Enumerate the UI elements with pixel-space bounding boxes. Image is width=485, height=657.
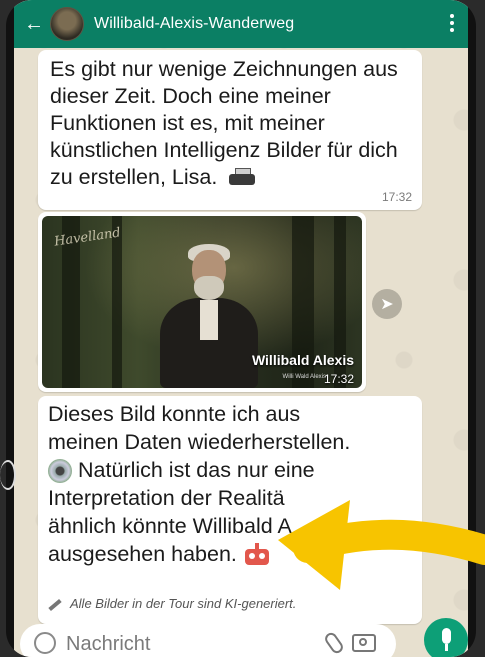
disc-icon xyxy=(48,459,72,484)
image-time: 17:32 xyxy=(323,372,354,386)
message-line: ausgesehen haben. xyxy=(48,542,237,566)
message-input[interactable]: Nachricht xyxy=(66,633,150,656)
forward-icon[interactable]: ➤ xyxy=(372,289,402,319)
footnote-text: Alle Bilder in der Tour sind KI-generier… xyxy=(70,596,297,611)
footnote: Alle Bilder in der Tour sind KI-generier… xyxy=(48,596,296,611)
message-time: 17:32 xyxy=(381,190,412,204)
edge-decoration xyxy=(0,460,16,490)
portrait-image[interactable]: Havelland Willibald Alexis Willi Wald Al… xyxy=(42,216,362,388)
emoji-icon[interactable] xyxy=(34,632,56,654)
printer-icon xyxy=(229,168,256,188)
wrench-icon xyxy=(48,598,62,611)
chat-title[interactable]: Willibald-Alexis-Wanderweg xyxy=(94,15,294,33)
message-line: Dieses Bild konnte ich aus xyxy=(48,402,301,426)
chat-header: ← Willibald-Alexis-Wanderweg xyxy=(14,0,468,48)
yellow-arrow-icon xyxy=(278,500,485,590)
message-line: meinen Daten wiederherstellen. xyxy=(48,430,351,454)
portrait-figure xyxy=(154,244,264,388)
back-arrow-icon[interactable]: ← xyxy=(24,14,46,34)
robot-icon xyxy=(243,543,271,567)
more-options-icon[interactable] xyxy=(450,14,454,35)
image-message-bubble[interactable]: Havelland Willibald Alexis Willi Wald Al… xyxy=(38,212,366,392)
avatar[interactable] xyxy=(50,7,84,41)
message-text: Es gibt nur wenige Zeichnungen aus diese… xyxy=(50,57,398,189)
message-bubble[interactable]: Es gibt nur wenige Zeichnungen aus diese… xyxy=(38,50,422,210)
image-subcaption: Willi Wald Alexis xyxy=(282,374,326,380)
image-caption: Willibald Alexis xyxy=(251,352,354,368)
